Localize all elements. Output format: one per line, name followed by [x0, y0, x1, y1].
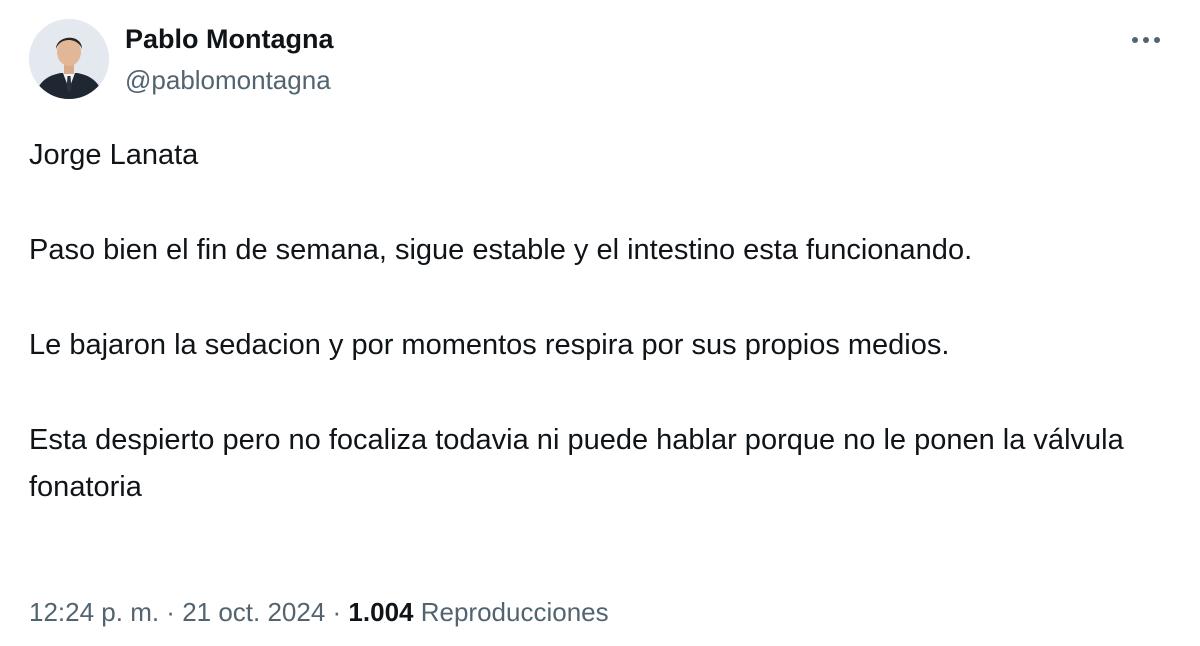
tweet-timestamp[interactable]: 12:24 p. m.	[29, 597, 159, 627]
tweet-metadata: 12:24 p. m. · 21 oct. 2024 · 1.004 Repro…	[29, 590, 609, 634]
more-options-button[interactable]	[1126, 24, 1166, 56]
meta-separator: ·	[325, 597, 349, 627]
tweet-paragraph: Le bajaron la sedacion y por momentos re…	[29, 329, 950, 361]
tweet-paragraph: Esta despierto pero no focaliza todavia …	[29, 424, 1124, 503]
tweet-card: Pablo Montagna @pablomontagna Jorge Lana…	[0, 0, 1200, 646]
views-count: 1.004	[348, 597, 414, 627]
views-label[interactable]: Reproducciones	[421, 597, 609, 627]
more-horizontal-icon	[1132, 37, 1160, 43]
tweet-author: Pablo Montagna @pablomontagna	[125, 22, 334, 97]
author-handle[interactable]: @pablomontagna	[125, 63, 334, 97]
meta-separator: ·	[159, 597, 183, 627]
avatar-image	[29, 19, 109, 99]
author-display-name[interactable]: Pablo Montagna	[125, 22, 334, 56]
tweet-paragraph: Paso bien el fin de semana, sigue establ…	[29, 234, 973, 266]
tweet-date[interactable]: 21 oct. 2024	[182, 597, 325, 627]
avatar[interactable]	[29, 19, 109, 99]
tweet-text: Jorge Lanata Paso bien el fin de semana,…	[29, 132, 1169, 511]
tweet-paragraph: Jorge Lanata	[29, 139, 199, 171]
